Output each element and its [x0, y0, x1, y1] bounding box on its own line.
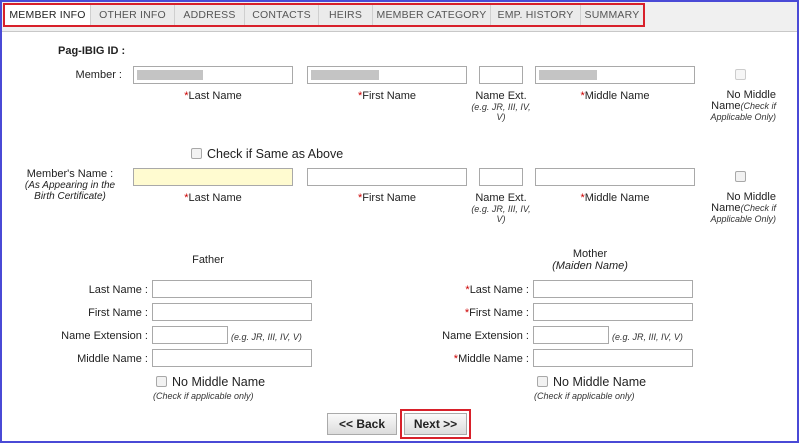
- tab-heirs[interactable]: HEIRS: [319, 5, 373, 25]
- mother-first-name-field[interactable]: [533, 303, 693, 321]
- father-middle-name-label: Middle Name :: [77, 353, 148, 365]
- redacted-value: [137, 70, 203, 80]
- tab-summary[interactable]: SUMMARY: [581, 5, 643, 25]
- redacted-value: [311, 70, 379, 80]
- tab-group: MEMBER INFO OTHER INFO ADDRESS CONTACTS …: [3, 3, 645, 27]
- mother-name-ext-hint: (e.g. JR, III, IV, V): [612, 332, 683, 342]
- father-no-middle-label: No Middle Name: [172, 375, 266, 389]
- tab-contacts[interactable]: CONTACTS: [245, 5, 319, 25]
- member-no-middle-checkbox[interactable]: [735, 69, 746, 80]
- members-name-first-caption: *First Name: [357, 192, 417, 204]
- tab-member-info[interactable]: MEMBER INFO: [5, 5, 91, 25]
- father-name-ext-hint: (e.g. JR, III, IV, V): [231, 332, 302, 342]
- father-name-ext-field[interactable]: [152, 326, 228, 344]
- members-name-first-field[interactable]: [307, 168, 467, 186]
- father-first-name-field[interactable]: [152, 303, 312, 321]
- member-last-name-field[interactable]: [133, 66, 293, 84]
- tab-member-category[interactable]: MEMBER CATEGORY: [373, 5, 491, 25]
- member-last-name-caption: *Last Name: [184, 90, 242, 102]
- members-name-last-caption: *Last Name: [184, 192, 242, 204]
- member-middle-name-caption: *Middle Name: [580, 90, 650, 102]
- members-name-last-field[interactable]: [133, 168, 293, 186]
- back-button[interactable]: << Back: [327, 413, 397, 435]
- members-name-middle-caption: *Middle Name: [580, 192, 650, 204]
- member-first-name-field[interactable]: [307, 66, 467, 84]
- member-middle-name-field[interactable]: [535, 66, 695, 84]
- father-last-name-field[interactable]: [152, 280, 312, 298]
- member-no-middle-caption: No Middle Name(Check if Applicable Only): [710, 89, 776, 123]
- father-first-name-label: First Name :: [88, 307, 148, 319]
- father-no-middle-checkbox[interactable]: [156, 376, 167, 387]
- members-name-no-middle-caption: No Middle Name(Check if Applicable Only): [710, 191, 776, 225]
- mother-no-middle-checkbox[interactable]: [537, 376, 548, 387]
- member-first-name-caption: *First Name: [357, 90, 417, 102]
- redacted-value: [539, 70, 597, 80]
- mother-no-middle-hint: (Check if applicable only): [534, 391, 635, 401]
- mother-first-name-label: *First Name :: [464, 307, 529, 319]
- members-name-label: Member's Name : (As Appearing in the Birt…: [24, 168, 116, 202]
- father-name-ext-label: Name Extension :: [61, 330, 148, 342]
- tab-address[interactable]: ADDRESS: [175, 5, 245, 25]
- member-label: Member :: [75, 69, 122, 81]
- father-middle-name-field[interactable]: [152, 349, 312, 367]
- mother-no-middle-label: No Middle Name: [553, 375, 647, 389]
- tab-other-info[interactable]: OTHER INFO: [91, 5, 175, 25]
- mother-middle-name-field[interactable]: [533, 349, 693, 367]
- mother-last-name-field[interactable]: [533, 280, 693, 298]
- same-as-above-checkbox[interactable]: [191, 148, 202, 159]
- members-name-middle-field[interactable]: [535, 168, 695, 186]
- mother-last-name-label: *Last Name :: [465, 284, 529, 296]
- next-button[interactable]: Next >>: [404, 413, 467, 435]
- members-name-ext-field[interactable]: [479, 168, 523, 186]
- father-title: Father: [192, 254, 224, 266]
- members-name-no-middle-checkbox[interactable]: [735, 171, 746, 182]
- pagibig-id-label: Pag-IBIG ID :: [58, 45, 126, 57]
- same-as-above-label: Check if Same as Above: [207, 147, 344, 161]
- members-name-ext-caption: Name Ext. (e.g. JR, III, IV, V): [471, 192, 531, 224]
- mother-middle-name-label: *Middle Name :: [453, 353, 529, 365]
- father-no-middle-hint: (Check if applicable only): [153, 391, 254, 401]
- tab-emp-history[interactable]: EMP. HISTORY: [491, 5, 581, 25]
- mother-name-ext-field[interactable]: [533, 326, 609, 344]
- mother-title: Mother (Maiden Name): [552, 248, 628, 272]
- mother-name-ext-label: Name Extension :: [442, 330, 529, 342]
- member-name-ext-caption: Name Ext. (e.g. JR, III, IV, V): [471, 90, 531, 122]
- member-name-ext-field[interactable]: [479, 66, 523, 84]
- father-last-name-label: Last Name :: [88, 284, 148, 296]
